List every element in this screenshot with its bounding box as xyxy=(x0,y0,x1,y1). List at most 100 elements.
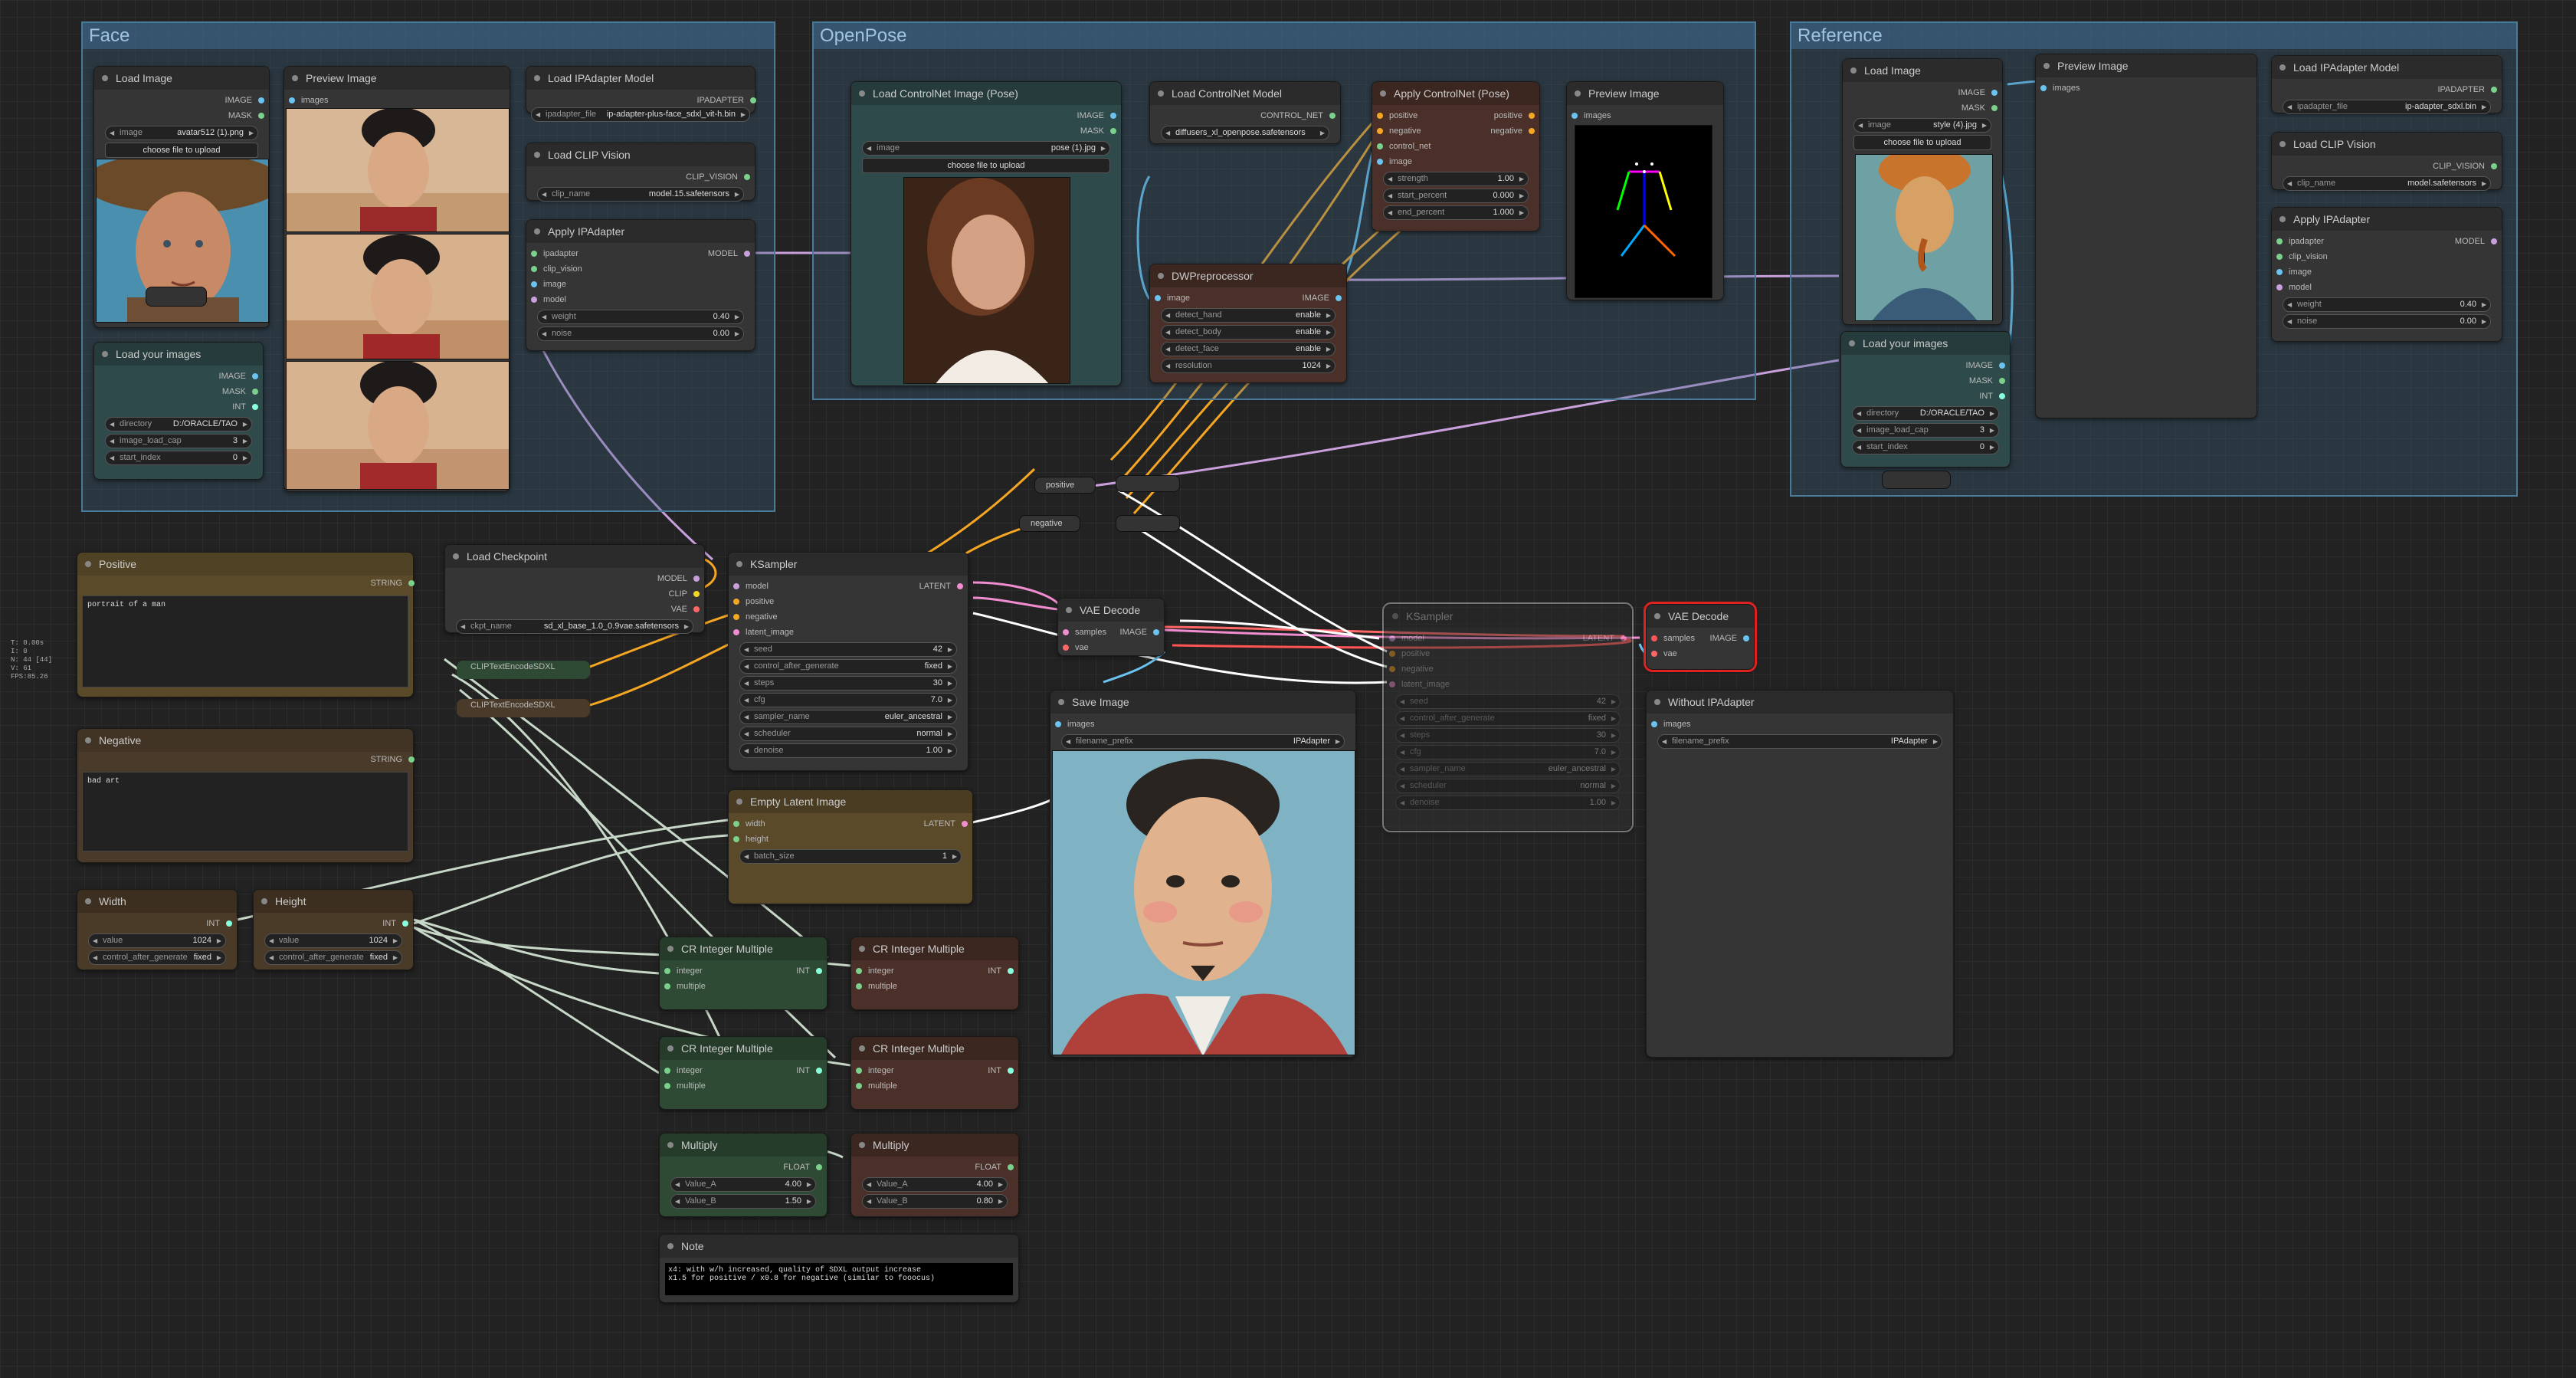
negative-input[interactable]: negative xyxy=(733,609,962,625)
node-title[interactable]: Apply IPAdapter xyxy=(526,220,755,243)
node-title[interactable]: CR Integer Multiple xyxy=(851,937,1018,960)
control-net-input[interactable]: control_net xyxy=(1377,139,1533,154)
ipadapter-input[interactable]: ipadapter xyxy=(531,246,749,261)
string-output[interactable]: STRING xyxy=(77,576,415,591)
reference-preview-node[interactable]: Preview Image images xyxy=(2035,54,2257,418)
node-title[interactable]: DWPreprocessor xyxy=(1150,264,1346,287)
image-output[interactable]: IMAGE xyxy=(857,108,1116,123)
value-b-widget[interactable]: Value_B 1.50 xyxy=(670,1194,816,1209)
image-output[interactable]: IMAGE xyxy=(100,369,258,384)
image-load-cap-widget[interactable]: image_load_cap 3 xyxy=(105,434,252,448)
model-input[interactable]: model xyxy=(2276,280,2496,295)
node-title[interactable]: Preview Image xyxy=(2036,54,2256,77)
reroute-negative[interactable]: negative xyxy=(1019,515,1080,532)
node-title[interactable]: VAE Decode xyxy=(1647,605,1754,628)
int-output[interactable]: INT xyxy=(796,963,822,979)
images-input[interactable]: images xyxy=(289,93,503,108)
node-title[interactable]: CR Integer Multiple xyxy=(851,1037,1018,1060)
face-preview-image-node[interactable]: Preview Image images xyxy=(283,66,510,492)
start-percent-widget[interactable]: start_percent 0.000 xyxy=(1383,189,1529,203)
ipadapter-output[interactable]: IPADAPTER xyxy=(2278,82,2497,97)
detect-body-widget[interactable]: detect_body enable xyxy=(1161,325,1336,340)
int-output[interactable]: INT xyxy=(84,916,232,931)
save-image-node[interactable]: Save Image images filename_prefix IPAdapt… xyxy=(1050,690,1356,1058)
image-select[interactable]: image pose (1).jpg xyxy=(862,141,1110,156)
face-load-ipadapter-node[interactable]: Load IPAdapter Model IPADAPTER ipadapter… xyxy=(526,66,756,122)
reroute-node[interactable] xyxy=(146,287,207,307)
multiply-node-2[interactable]: Multiply FLOAT Value_A 4.00 Value_B 0.80 xyxy=(850,1133,1019,1217)
node-title[interactable]: Note xyxy=(660,1235,1018,1258)
ipadapter-input[interactable]: ipadapter xyxy=(2276,234,2496,249)
dwpreprocessor-node[interactable]: DWPreprocessor image IMAGE detect_handen… xyxy=(1149,264,1347,383)
vae-output[interactable]: VAE xyxy=(451,602,700,617)
reroute-node[interactable] xyxy=(1882,471,1951,489)
image-select[interactable]: image avatar512 (1).png xyxy=(105,126,258,140)
node-title[interactable]: Multiply xyxy=(660,1134,827,1157)
positive-prompt-node[interactable]: Positive STRING portrait of a man xyxy=(77,552,415,697)
steps-widget[interactable]: steps 30 xyxy=(739,676,957,691)
cr-integer-multiple-node-3[interactable]: CR Integer Multiple integer INT multiple xyxy=(659,1036,828,1110)
filename-prefix-widget[interactable]: filename_prefix IPAdapter xyxy=(1657,734,1942,749)
node-title[interactable]: Load ControlNet Model xyxy=(1150,82,1340,105)
face-load-your-images-node[interactable]: Load your images IMAGE MASK INT director… xyxy=(93,342,264,480)
note-text[interactable]: x4: with w/h increased, quality of SDXL … xyxy=(664,1262,1014,1296)
clip-vision-output[interactable]: CLIP_VISION xyxy=(2278,159,2497,174)
node-title[interactable]: Save Image xyxy=(1050,691,1355,714)
reroute-node[interactable] xyxy=(1116,475,1180,492)
load-controlnet-model-node[interactable]: Load ControlNet Model CONTROL_NET diffus… xyxy=(1149,81,1341,144)
node-title[interactable]: Positive xyxy=(77,553,413,576)
reference-load-image-node[interactable]: Load Image IMAGE MASK image style (4).jpg… xyxy=(1842,58,2003,325)
node-title[interactable]: Multiply xyxy=(851,1134,1018,1157)
strength-widget[interactable]: strength 1.00 xyxy=(1383,172,1529,186)
scheduler-widget[interactable]: scheduler normal xyxy=(739,727,957,741)
node-title[interactable]: Load ControlNet Image (Pose) xyxy=(851,82,1121,105)
noise-widget[interactable]: noise 0.00 xyxy=(2283,314,2491,329)
upload-button[interactable]: choose file to upload xyxy=(105,143,258,158)
positive-output[interactable]: positive xyxy=(1494,108,1535,123)
batch-size-widget[interactable]: batch_size 1 xyxy=(739,849,962,864)
filename-prefix-widget[interactable]: filename_prefix IPAdapter xyxy=(1061,734,1345,749)
cfg-widget[interactable]: cfg 7.0 xyxy=(1395,745,1621,760)
value-widget[interactable]: value 1024 xyxy=(88,933,226,948)
node-title[interactable]: Load Image xyxy=(1843,59,2002,82)
upload-button[interactable]: choose file to upload xyxy=(862,158,1110,173)
latent-output[interactable]: LATENT xyxy=(919,579,964,594)
clip-vision-output[interactable]: CLIP_VISION xyxy=(533,169,750,185)
node-title[interactable]: KSampler xyxy=(729,553,968,576)
reference-load-ipadapter-node[interactable]: Load IPAdapter Model IPADAPTER ipadapter… xyxy=(2271,55,2502,114)
multiply-node-1[interactable]: Multiply FLOAT Value_A 4.00 Value_B 1.50 xyxy=(659,1133,828,1217)
latent-output[interactable]: LATENT xyxy=(924,816,968,832)
node-title[interactable]: Empty Latent Image xyxy=(729,790,972,813)
positive-input[interactable]: positive xyxy=(733,594,962,609)
face-apply-ipadapter-node[interactable]: Apply IPAdapter MODEL ipadapter clip_vis… xyxy=(526,219,755,351)
clip-output[interactable]: CLIP xyxy=(451,586,700,602)
image-output[interactable]: IMAGE xyxy=(1710,631,1750,646)
images-input[interactable]: images xyxy=(2040,80,2250,96)
negative-input[interactable]: negative xyxy=(1377,123,1421,139)
sampler-name-widget[interactable]: sampler_name euler_ancestral xyxy=(739,710,957,724)
int-output[interactable]: INT xyxy=(1847,389,2005,404)
multiple-input[interactable]: multiple xyxy=(664,1078,821,1094)
node-title[interactable]: Load CLIP Vision xyxy=(2272,133,2502,156)
weight-widget[interactable]: weight 0.40 xyxy=(537,310,744,324)
image-output[interactable]: IMAGE xyxy=(100,93,264,108)
vae-decode-selected-node[interactable]: VAE Decode samples IMAGE vae xyxy=(1644,602,1757,672)
node-title[interactable]: Preview Image xyxy=(1567,82,1723,105)
integer-input[interactable]: integer xyxy=(856,1063,894,1078)
reroute-positive[interactable]: positive xyxy=(1034,477,1096,494)
image-load-cap-widget[interactable]: image_load_cap 3 xyxy=(1852,423,1999,438)
load-controlnet-image-node[interactable]: Load ControlNet Image (Pose) IMAGE MASK … xyxy=(850,81,1122,386)
float-output[interactable]: FLOAT xyxy=(666,1160,822,1175)
images-input[interactable]: images xyxy=(1571,108,1717,123)
end-percent-widget[interactable]: end_percent 1.000 xyxy=(1383,205,1529,220)
cr-integer-multiple-node-2[interactable]: CR Integer Multiple integer INT multiple xyxy=(850,937,1019,1010)
node-title[interactable]: Load Checkpoint xyxy=(445,545,704,568)
apply-controlnet-pose-node[interactable]: Apply ControlNet (Pose) positive positiv… xyxy=(1372,81,1540,231)
control-widget[interactable]: control_after_generate fixed xyxy=(88,950,226,965)
scheduler-widget[interactable]: scheduler normal xyxy=(1395,779,1621,793)
image-input[interactable]: image xyxy=(2276,264,2496,280)
clip-vision-input[interactable]: clip_vision xyxy=(531,261,749,277)
clip-text-encode-sdxl-collapsed-2[interactable]: CLIPTextEncodeSDXL xyxy=(457,699,590,717)
latent-image-input[interactable]: latent_image xyxy=(1389,677,1625,692)
image-output[interactable]: IMAGE xyxy=(1120,625,1160,640)
